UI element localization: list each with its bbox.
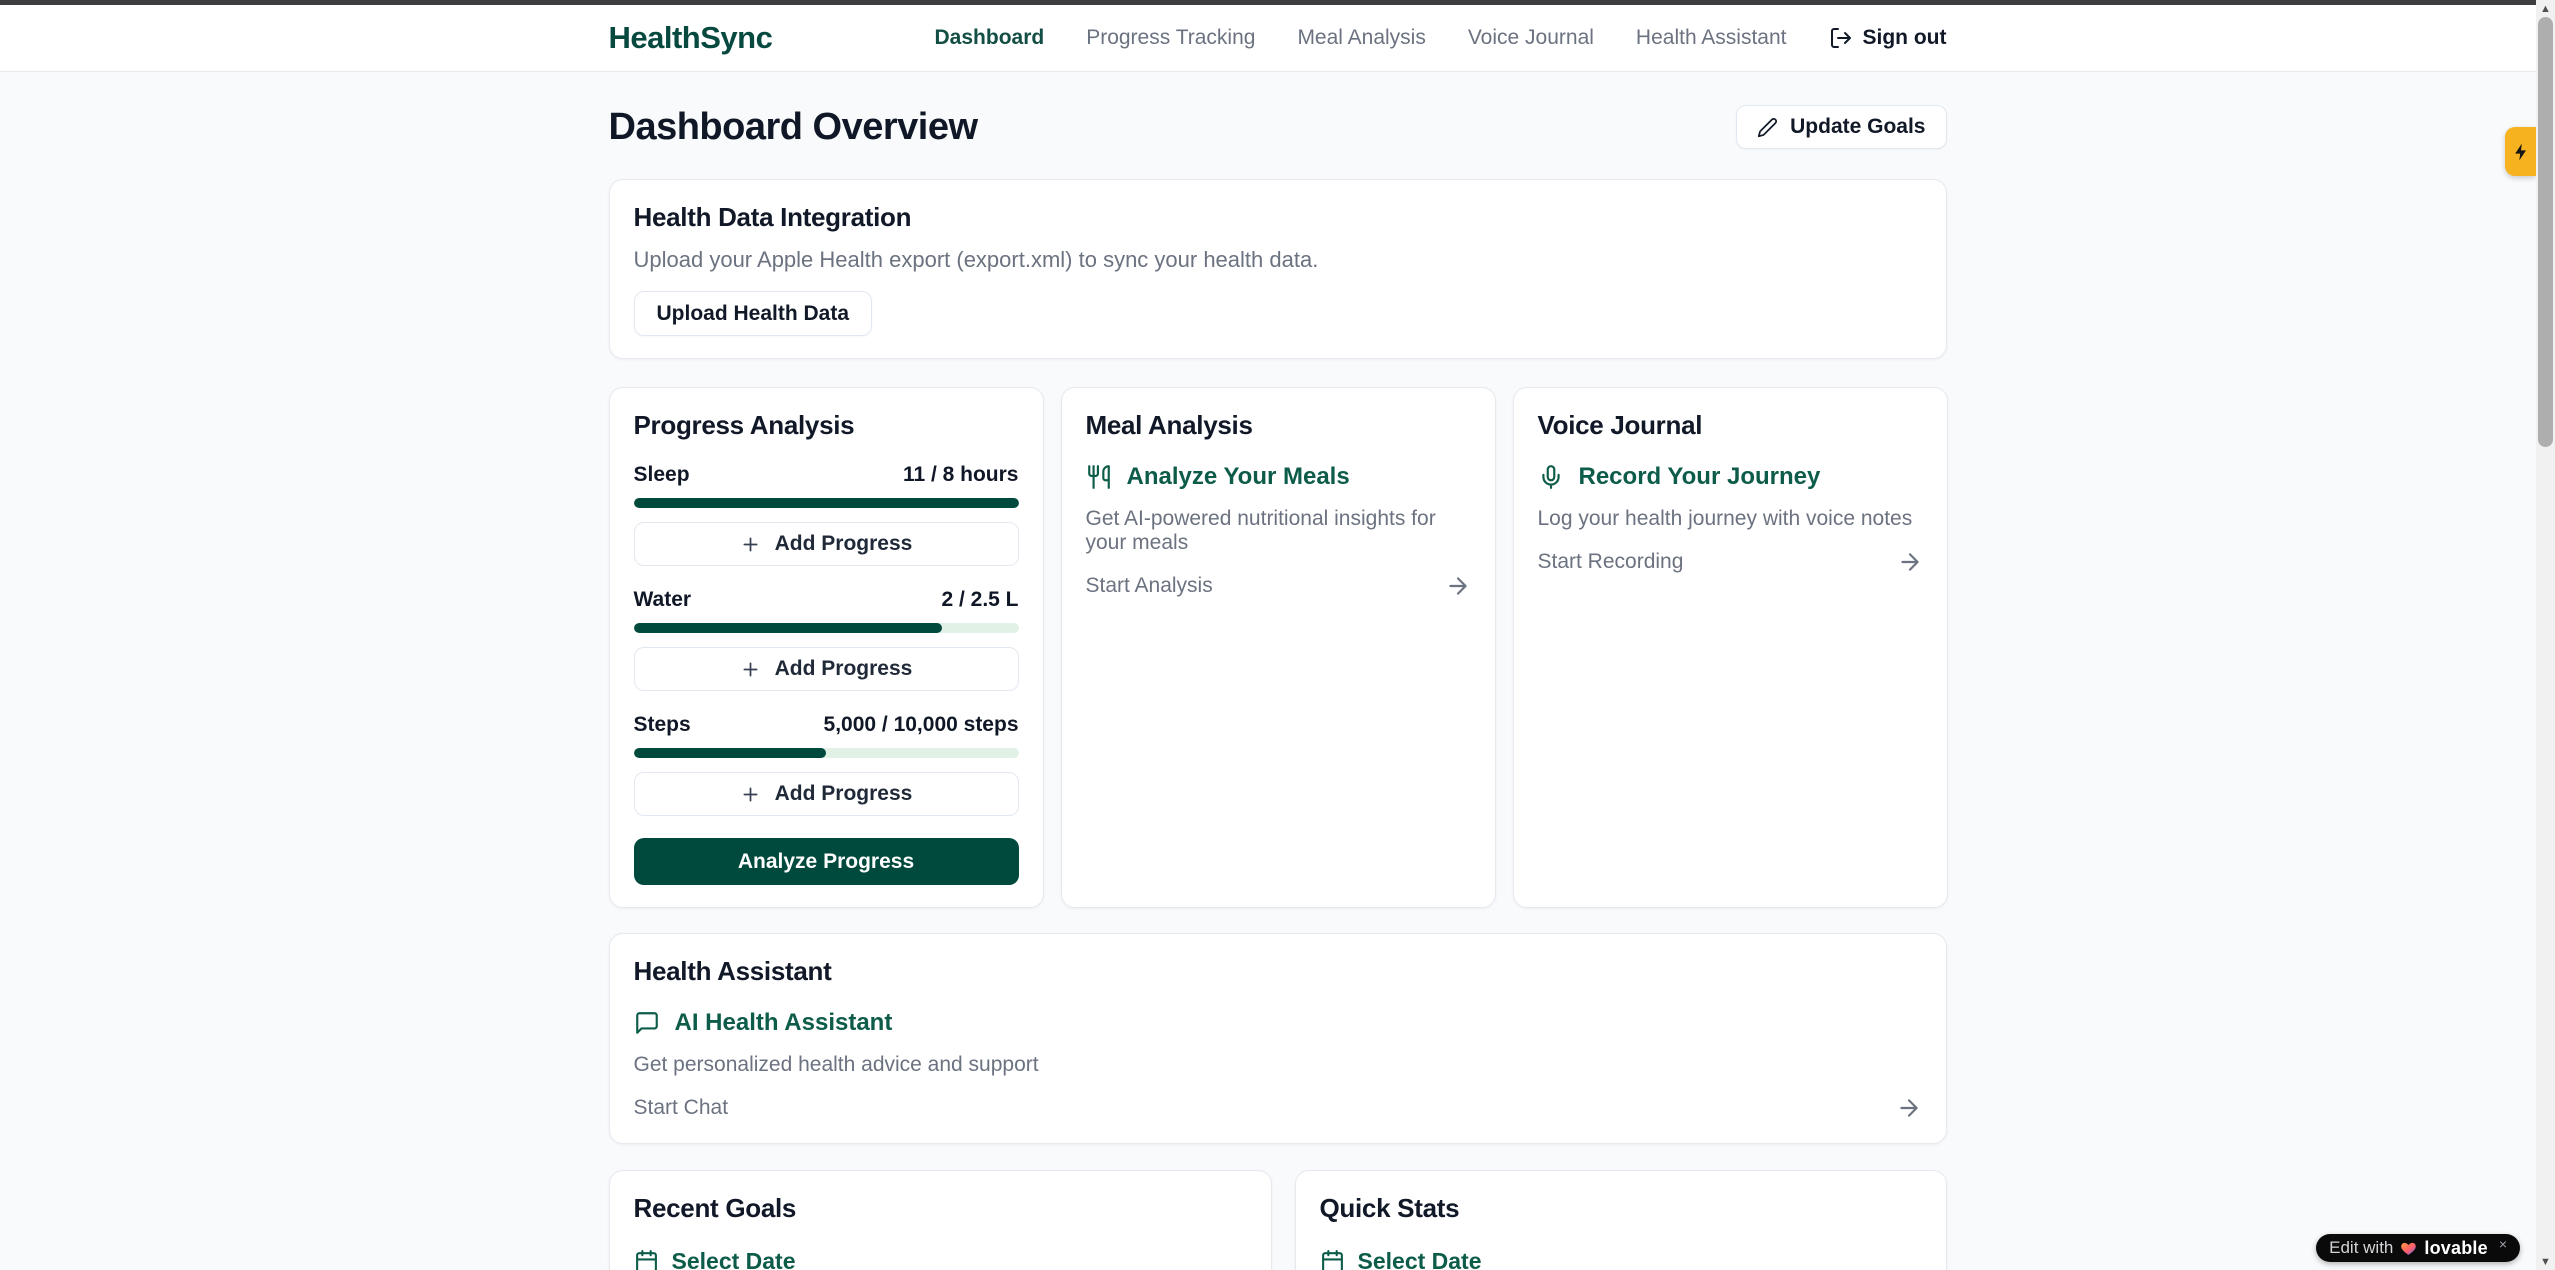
metric-steps-label: Steps — [634, 713, 691, 737]
plus-icon — [740, 659, 761, 680]
scrollbar-up-arrow[interactable]: ▲ — [2536, 0, 2555, 17]
start-analysis-label: Start Analysis — [1086, 574, 1213, 598]
analyze-progress-button[interactable]: Analyze Progress — [634, 838, 1019, 885]
main-nav: Dashboard Progress Tracking Meal Analysi… — [935, 26, 1947, 50]
logout-icon — [1829, 26, 1853, 50]
lovable-heart-icon — [2400, 1240, 2417, 1257]
progress-analysis-title: Progress Analysis — [634, 410, 1019, 441]
record-your-journey-link[interactable]: Record Your Journey — [1538, 463, 1923, 491]
sign-out-button[interactable]: Sign out — [1829, 26, 1947, 50]
add-progress-steps-button[interactable]: Add Progress — [634, 772, 1019, 816]
app-header: HealthSync Dashboard Progress Tracking M… — [0, 5, 2555, 72]
nav-voice-journal[interactable]: Voice Journal — [1468, 26, 1594, 50]
ai-health-assistant-link[interactable]: AI Health Assistant — [634, 1009, 1922, 1037]
start-analysis-action[interactable]: Start Analysis — [1086, 573, 1471, 599]
arrow-right-icon — [1896, 1095, 1922, 1121]
upload-health-data-button[interactable]: Upload Health Data — [634, 291, 873, 336]
health-assistant-card: Health Assistant AI Health Assistant Get… — [609, 933, 1947, 1144]
main-content: Dashboard Overview Update Goals Health D… — [609, 105, 1947, 1270]
lovable-brand-label: lovable — [2424, 1238, 2487, 1259]
start-chat-action[interactable]: Start Chat — [634, 1095, 1922, 1121]
voice-journal-title: Voice Journal — [1538, 410, 1923, 441]
health-data-integration-card: Health Data Integration Upload your Appl… — [609, 179, 1947, 359]
calendar-icon — [634, 1249, 659, 1270]
quick-stats-title: Quick Stats — [1320, 1193, 1922, 1224]
update-goals-button[interactable]: Update Goals — [1736, 105, 1946, 149]
add-progress-sleep-button[interactable]: Add Progress — [634, 522, 1019, 566]
metric-steps: Steps 5,000 / 10,000 steps Add Progress — [634, 713, 1019, 816]
scrollbar-down-arrow[interactable]: ▼ — [2536, 1253, 2555, 1270]
voice-journal-card: Voice Journal Record Your Journey Log yo… — [1513, 387, 1948, 908]
plus-icon — [740, 534, 761, 555]
metric-water-label: Water — [634, 588, 692, 612]
pencil-icon — [1757, 117, 1778, 138]
health-data-description: Upload your Apple Health export (export.… — [634, 247, 1922, 273]
water-progress-bar — [634, 623, 1019, 633]
analyze-your-meals-label: Analyze Your Meals — [1127, 463, 1350, 491]
voice-description: Log your health journey with voice notes — [1538, 507, 1923, 531]
select-date-label: Select Date — [1358, 1248, 1482, 1270]
metric-sleep-value: 11 / 8 hours — [903, 463, 1019, 487]
nav-dashboard[interactable]: Dashboard — [935, 26, 1045, 50]
steps-progress-bar — [634, 748, 1019, 758]
record-your-journey-label: Record Your Journey — [1579, 463, 1821, 491]
recent-goals-select-date[interactable]: Select Date — [634, 1248, 1247, 1270]
microphone-icon — [1538, 464, 1564, 490]
edit-with-lovable-badge[interactable]: Edit with lovable × — [2316, 1234, 2520, 1262]
side-panel-toggle-button[interactable] — [2505, 127, 2536, 176]
meal-analysis-title: Meal Analysis — [1086, 410, 1471, 441]
health-data-title: Health Data Integration — [634, 202, 1922, 233]
recent-goals-title: Recent Goals — [634, 1193, 1247, 1224]
quick-stats-card: Quick Stats Select Date Today Yesterday … — [1295, 1170, 1947, 1270]
metric-sleep: Sleep 11 / 8 hours Add Progress — [634, 463, 1019, 566]
ai-health-assistant-label: AI Health Assistant — [675, 1009, 893, 1037]
start-chat-label: Start Chat — [634, 1096, 729, 1120]
assistant-description: Get personalized health advice and suppo… — [634, 1053, 1922, 1077]
arrow-right-icon — [1445, 573, 1471, 599]
nav-meal-analysis[interactable]: Meal Analysis — [1297, 26, 1425, 50]
add-progress-water-button[interactable]: Add Progress — [634, 647, 1019, 691]
health-assistant-title: Health Assistant — [634, 956, 1922, 987]
page-title: Dashboard Overview — [609, 106, 978, 149]
app-logo[interactable]: HealthSync — [609, 20, 773, 56]
page-scrollbar[interactable]: ▲ ▼ — [2536, 0, 2555, 1270]
badge-close-icon[interactable]: × — [2499, 1236, 2507, 1252]
start-recording-action[interactable]: Start Recording — [1538, 549, 1923, 575]
metric-water-value: 2 / 2.5 L — [941, 588, 1018, 612]
metric-sleep-label: Sleep — [634, 463, 690, 487]
edit-with-label: Edit with — [2329, 1238, 2393, 1258]
start-recording-label: Start Recording — [1538, 550, 1684, 574]
utensils-icon — [1086, 464, 1112, 490]
update-goals-label: Update Goals — [1790, 115, 1925, 139]
scrollbar-thumb[interactable] — [2538, 17, 2553, 447]
calendar-icon — [1320, 1249, 1345, 1270]
nav-progress-tracking[interactable]: Progress Tracking — [1086, 26, 1255, 50]
plus-icon — [740, 784, 761, 805]
metric-water: Water 2 / 2.5 L Add Progress — [634, 588, 1019, 691]
add-progress-label: Add Progress — [775, 782, 913, 806]
sign-out-label: Sign out — [1863, 26, 1947, 50]
nav-health-assistant[interactable]: Health Assistant — [1636, 26, 1787, 50]
meal-analysis-card: Meal Analysis Analyze Your Meals Get AI-… — [1061, 387, 1496, 908]
add-progress-label: Add Progress — [775, 657, 913, 681]
select-date-label: Select Date — [672, 1248, 796, 1270]
add-progress-label: Add Progress — [775, 532, 913, 556]
chat-bubble-icon — [634, 1010, 660, 1036]
metric-steps-value: 5,000 / 10,000 steps — [824, 713, 1019, 737]
meal-description: Get AI-powered nutritional insights for … — [1086, 507, 1471, 555]
arrow-right-icon — [1897, 549, 1923, 575]
quick-stats-select-date[interactable]: Select Date — [1320, 1248, 1922, 1270]
bolt-logo-icon — [2511, 142, 2531, 162]
recent-goals-card: Recent Goals Select Date Today Yesterday… — [609, 1170, 1272, 1270]
progress-analysis-card: Progress Analysis Sleep 11 / 8 hours Add… — [609, 387, 1044, 908]
analyze-your-meals-link[interactable]: Analyze Your Meals — [1086, 463, 1471, 491]
sleep-progress-bar — [634, 498, 1019, 508]
